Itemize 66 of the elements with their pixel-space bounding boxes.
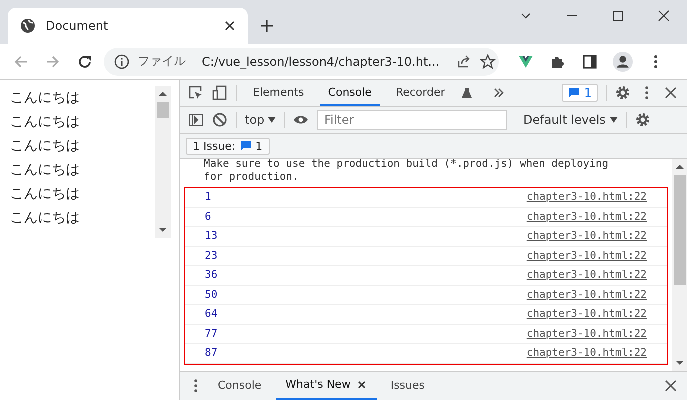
context-dropdown[interactable]: top	[245, 113, 276, 127]
levels-dropdown[interactable]: Default levels	[523, 113, 618, 127]
close-icon[interactable]	[663, 85, 679, 101]
source-link[interactable]: chapter3-10.html:22	[526, 250, 647, 262]
source-link[interactable]: chapter3-10.html:22	[526, 288, 647, 301]
sidebar-toggle-icon[interactable]	[188, 112, 204, 128]
greeting-text: こんにちは	[10, 185, 81, 204]
greeting-text: こんにちは	[10, 161, 81, 180]
filter-field[interactable]: Filter	[317, 110, 508, 130]
info-icon	[114, 54, 130, 70]
greeting-text: こんにちは	[10, 209, 81, 228]
star-icon[interactable]	[480, 54, 496, 70]
greeting-text: こんにちは	[10, 113, 81, 132]
issues-badge[interactable]: 1	[562, 84, 598, 102]
close-icon[interactable]	[663, 378, 679, 394]
tab-title: Document	[46, 19, 110, 33]
log-value: 87	[205, 347, 218, 360]
log-value: 6	[205, 210, 212, 223]
source-link[interactable]: chapter3-10.html:22	[526, 191, 647, 204]
source-link[interactable]: chapter3-10.html:22	[526, 308, 647, 320]
settings-icon[interactable]	[634, 112, 651, 128]
log-value: 23	[205, 250, 218, 262]
maximize-icon[interactable]	[612, 10, 624, 22]
message-icon	[568, 87, 580, 99]
drawer-tab[interactable]: Issues	[380, 372, 436, 400]
scrollbar[interactable]	[155, 86, 171, 238]
address-bar[interactable]: ファイル C:/vue_lesson/lesson4/chapter3-10.ht...	[104, 48, 499, 76]
greeting-text: こんにちは	[10, 89, 81, 108]
source-link[interactable]: chapter3-10.html:22	[526, 230, 647, 242]
flask-icon	[461, 87, 474, 99]
log-value: 13	[205, 230, 218, 242]
browser-tab[interactable]: Document	[8, 8, 248, 44]
new-tab-icon[interactable]	[260, 19, 274, 33]
devtools-tab[interactable]: Elements	[245, 80, 312, 106]
caret-icon	[268, 116, 276, 124]
devtools-tab[interactable]: Recorder	[388, 80, 454, 106]
issues-button[interactable]: 1 Issue: 1	[186, 138, 270, 154]
log-value: 36	[205, 269, 218, 282]
close-icon[interactable]	[224, 20, 236, 32]
source-link[interactable]: chapter3-10.html:22	[526, 269, 647, 282]
profile-avatar-icon[interactable]	[613, 52, 633, 72]
double-chevron-icon[interactable]	[493, 87, 506, 99]
warning-message: Make sure to use the production build (*.prod.js) when deploying for production.	[203, 159, 610, 185]
source-link[interactable]: chapter3-10.html:22	[526, 347, 647, 360]
log-value: 77	[205, 328, 218, 340]
greeting-text: こんにちは	[10, 137, 81, 156]
log-value: 64	[205, 308, 218, 320]
settings-icon[interactable]	[615, 85, 631, 101]
drawer-tab[interactable]: Console	[208, 372, 272, 400]
source-link[interactable]: chapter3-10.html:22	[526, 328, 647, 340]
close-icon[interactable]	[356, 380, 367, 390]
url-text: C:/vue_lesson/lesson4/chapter3-10.ht...	[202, 54, 440, 68]
message-icon	[240, 140, 252, 152]
device-icon[interactable]	[212, 85, 228, 101]
source-link[interactable]: chapter3-10.html:22	[526, 210, 647, 223]
address-scheme: ファイル	[138, 53, 186, 70]
caret-icon	[610, 116, 618, 124]
inspect-icon[interactable]	[188, 85, 204, 101]
globe-icon	[20, 18, 36, 34]
close-icon[interactable]	[658, 10, 670, 22]
clear-icon[interactable]	[212, 112, 228, 128]
scrollbar[interactable]	[672, 159, 687, 371]
share-icon[interactable]	[456, 54, 472, 70]
log-value: 50	[205, 288, 218, 301]
log-value: 1	[205, 191, 212, 204]
drawer-tab[interactable]: What's New	[276, 372, 377, 400]
